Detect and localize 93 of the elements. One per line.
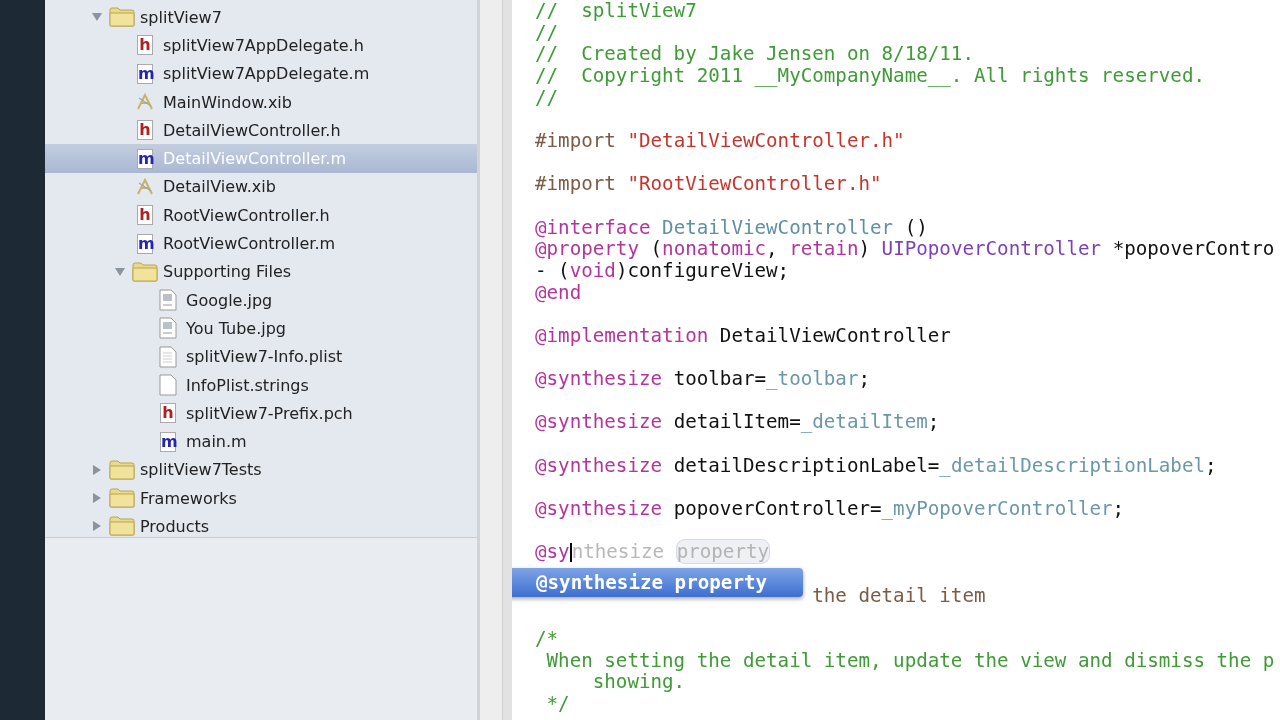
- file-item[interactable]: InfoPlist.strings: [45, 370, 477, 400]
- code-keyword: @interface: [535, 215, 652, 239]
- header-file-icon: h: [137, 205, 153, 226]
- code-directive: #import: [535, 128, 617, 152]
- code-text: - (: [535, 258, 570, 282]
- list-file-icon: [159, 345, 177, 368]
- source-file-icon: m: [137, 233, 153, 254]
- folder-icon: [109, 488, 135, 509]
- code-comment: showing.: [591, 670, 686, 694]
- completion-suggestion[interactable]: @synthesize property: [512, 568, 803, 598]
- code-text: ,: [766, 237, 779, 261]
- image-file-icon: [159, 317, 177, 340]
- code-text: ;: [1205, 453, 1217, 477]
- code-keyword: @synthesize: [535, 367, 664, 391]
- code-keyword: nonatomic: [662, 237, 767, 261]
- code-type-name: UIPopoverController: [881, 237, 1102, 261]
- code-comment: // splitView7: [535, 0, 697, 22]
- code-directive: the detail item: [812, 583, 986, 607]
- code-string: "DetailViewController.h": [627, 128, 905, 152]
- code-text: )configureView;: [615, 258, 790, 282]
- header-file-icon: h: [137, 35, 153, 56]
- code-variable: _toolbar: [766, 367, 859, 391]
- code-string: "RootViewController.h": [627, 172, 882, 196]
- file-item[interactable]: m main.m: [45, 427, 477, 456]
- file-item[interactable]: h DetailViewController.h: [45, 116, 477, 145]
- source-file-icon: m: [137, 63, 153, 84]
- code-comment: When setting the detail item, update the view and dismiss the p: [545, 648, 1275, 672]
- file-item[interactable]: You Tube.jpg: [45, 314, 477, 343]
- code-text: (: [650, 237, 663, 261]
- file-item[interactable]: MainWindow.xib: [45, 87, 477, 117]
- file-item[interactable]: Supporting Files: [45, 257, 477, 286]
- file-item[interactable]: splitView7-Info.plist: [45, 342, 477, 371]
- folder-icon: [132, 261, 158, 282]
- folder-icon: [109, 7, 135, 28]
- code-comment: */: [545, 692, 570, 715]
- completion-hint: nthesize: [571, 540, 666, 564]
- placeholder-token: property: [675, 539, 771, 565]
- code-class-name: DetailViewController: [662, 215, 894, 239]
- file-item[interactable]: h splitView7AppDelegate.h: [45, 31, 477, 60]
- code-variable: _detailDescriptionLabel: [939, 453, 1206, 477]
- file-item[interactable]: DetailView.xib: [45, 172, 477, 202]
- code-keyword: @sy: [535, 540, 570, 564]
- code-keyword: @synthesize: [535, 453, 664, 477]
- code-keyword: @end: [535, 280, 582, 304]
- code-comment: //: [535, 85, 559, 109]
- code-keyword: @property: [535, 237, 639, 261]
- collapse-triangle-icon[interactable]: [114, 265, 126, 278]
- expand-triangle-icon[interactable]: [91, 520, 103, 533]
- code-keyword: @synthesize: [535, 410, 664, 434]
- code-text: ;: [858, 367, 871, 391]
- code-comment: // Created by Jake Jensen on 8/18/11.: [535, 42, 974, 66]
- code-text: detailDescriptionLabel=: [673, 453, 940, 477]
- code-comment: //: [535, 20, 559, 44]
- code-variable: _detailItem: [800, 410, 928, 434]
- blank-file-icon: [159, 374, 177, 396]
- file-item[interactable]: h RootViewController.h: [45, 201, 477, 230]
- code-text: ;: [927, 410, 940, 434]
- folder-icon: [109, 459, 135, 480]
- file-item[interactable]: splitView7Tests: [45, 455, 477, 485]
- code-text: *popoverContro: [1111, 237, 1275, 261]
- image-file-icon: [159, 289, 177, 312]
- code-text: DetailViewController: [719, 323, 951, 347]
- code-variable: _myPopoverController: [881, 497, 1113, 521]
- code-keyword: @implementation: [535, 323, 710, 347]
- file-item[interactable]: Frameworks: [45, 484, 477, 513]
- code-keyword: void: [569, 258, 616, 282]
- code-comment: /*: [535, 627, 559, 651]
- source-file-icon: m: [160, 431, 176, 452]
- file-item[interactable]: m splitView7AppDelegate.m: [45, 59, 477, 88]
- code-text: popoverController=: [673, 497, 882, 521]
- code-text: ;: [1112, 497, 1125, 521]
- source-file-icon: m: [137, 148, 153, 169]
- code-comment: // Copyright 2011 __MyCompanyName__. All rights reserved.: [535, 63, 1205, 87]
- code-keyword: retain: [789, 237, 859, 261]
- file-item[interactable]: h splitView7-Prefix.pch: [45, 399, 477, 428]
- code-text: toolbar=: [673, 367, 767, 391]
- folder-icon: [109, 516, 135, 537]
- code-text: detailItem=: [673, 410, 801, 434]
- code-keyword: @synthesize: [535, 497, 664, 521]
- file-item[interactable]: Google.jpg: [45, 285, 477, 315]
- code-text: (): [903, 215, 928, 239]
- file-item[interactable]: Products: [45, 512, 477, 541]
- expand-triangle-icon[interactable]: [91, 492, 103, 505]
- interface-file-icon: [135, 176, 155, 197]
- header-file-icon: h: [137, 120, 153, 141]
- header-file-icon: h: [160, 403, 176, 424]
- file-item[interactable]: m RootViewController.m: [45, 229, 477, 258]
- file-item[interactable]: m DetailViewController.m: [45, 144, 477, 173]
- code-directive: #import: [535, 172, 617, 196]
- code-text: ): [858, 237, 872, 261]
- text-cursor: [569, 543, 572, 563]
- file-item[interactable]: splitView7: [45, 3, 477, 32]
- expand-triangle-icon[interactable]: [91, 463, 103, 476]
